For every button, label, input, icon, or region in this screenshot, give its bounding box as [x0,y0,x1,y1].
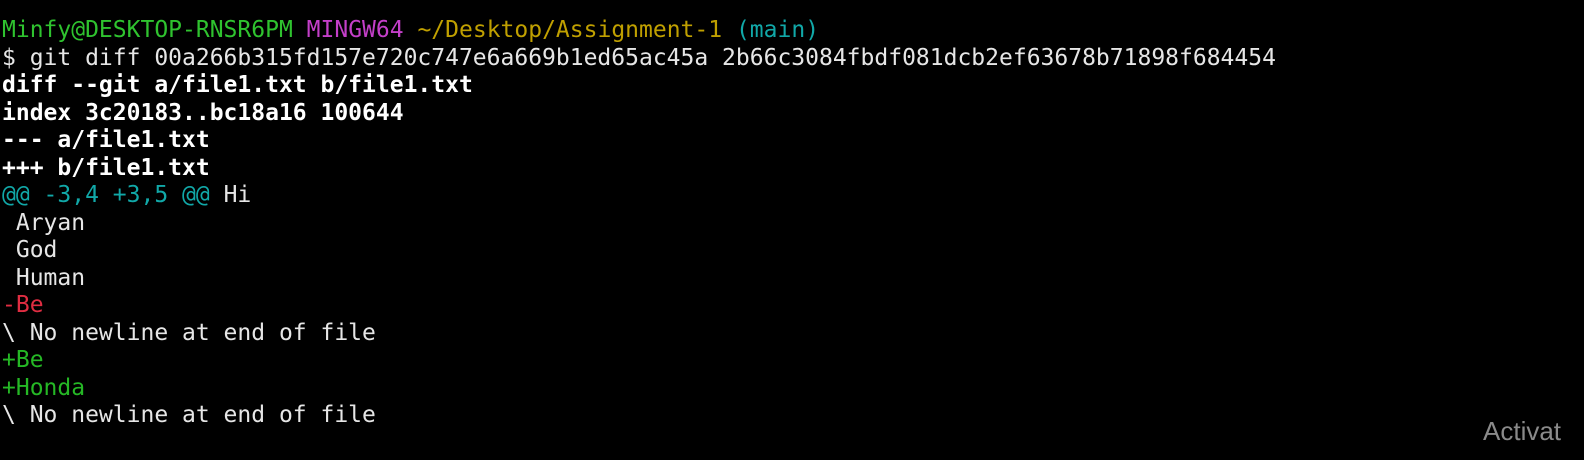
no-newline-note: \ No newline at end of file [2,319,376,346]
diff-index-line: index 3c20183..bc18a16 100644 [2,99,404,126]
diff-new-file-line: +++ b/file1.txt [2,154,210,181]
diff-old-file-line: --- a/file1.txt [2,127,210,153]
prompt-line: Minfy@DESKTOP-RNSR6PM MINGW64 ~/Desktop/… [2,17,1584,45]
activation-watermark: Activat [1483,416,1562,446]
prompt-user-host: Minfy@DESKTOP-RNSR6PM [2,17,293,43]
diff-deleted-line: -Be [2,292,44,318]
diff-added-line: +Honda [2,374,86,401]
diff-git-line: diff --git a/file1.txt b/file1.txt [2,72,473,98]
terminal-output: Minfy@DESKTOP-RNSR6PM MINGW64 ~/Desktop/… [2,17,1584,430]
diff-context-line: God [2,237,58,263]
hunk-context: Hi [209,182,252,208]
prompt-path: ~/Desktop/Assignment-1 [417,17,723,43]
hunk-range: @@ -3,4 +3,5 @@ [2,182,210,208]
hunk-header-line: @@ -3,4 +3,5 @@ Hi [2,182,1584,210]
no-newline-note: \ No newline at end of file [2,402,376,428]
diff-context-line: Aryan [2,209,86,236]
diff-context-line: Human [2,264,86,291]
prompt-branch: (main) [735,17,820,43]
command-line: $ git diff 00a266b315fd157e720c747e6a669… [2,44,1276,71]
prompt-env: MINGW64 [306,17,404,43]
diff-added-line: +Be [2,347,44,373]
